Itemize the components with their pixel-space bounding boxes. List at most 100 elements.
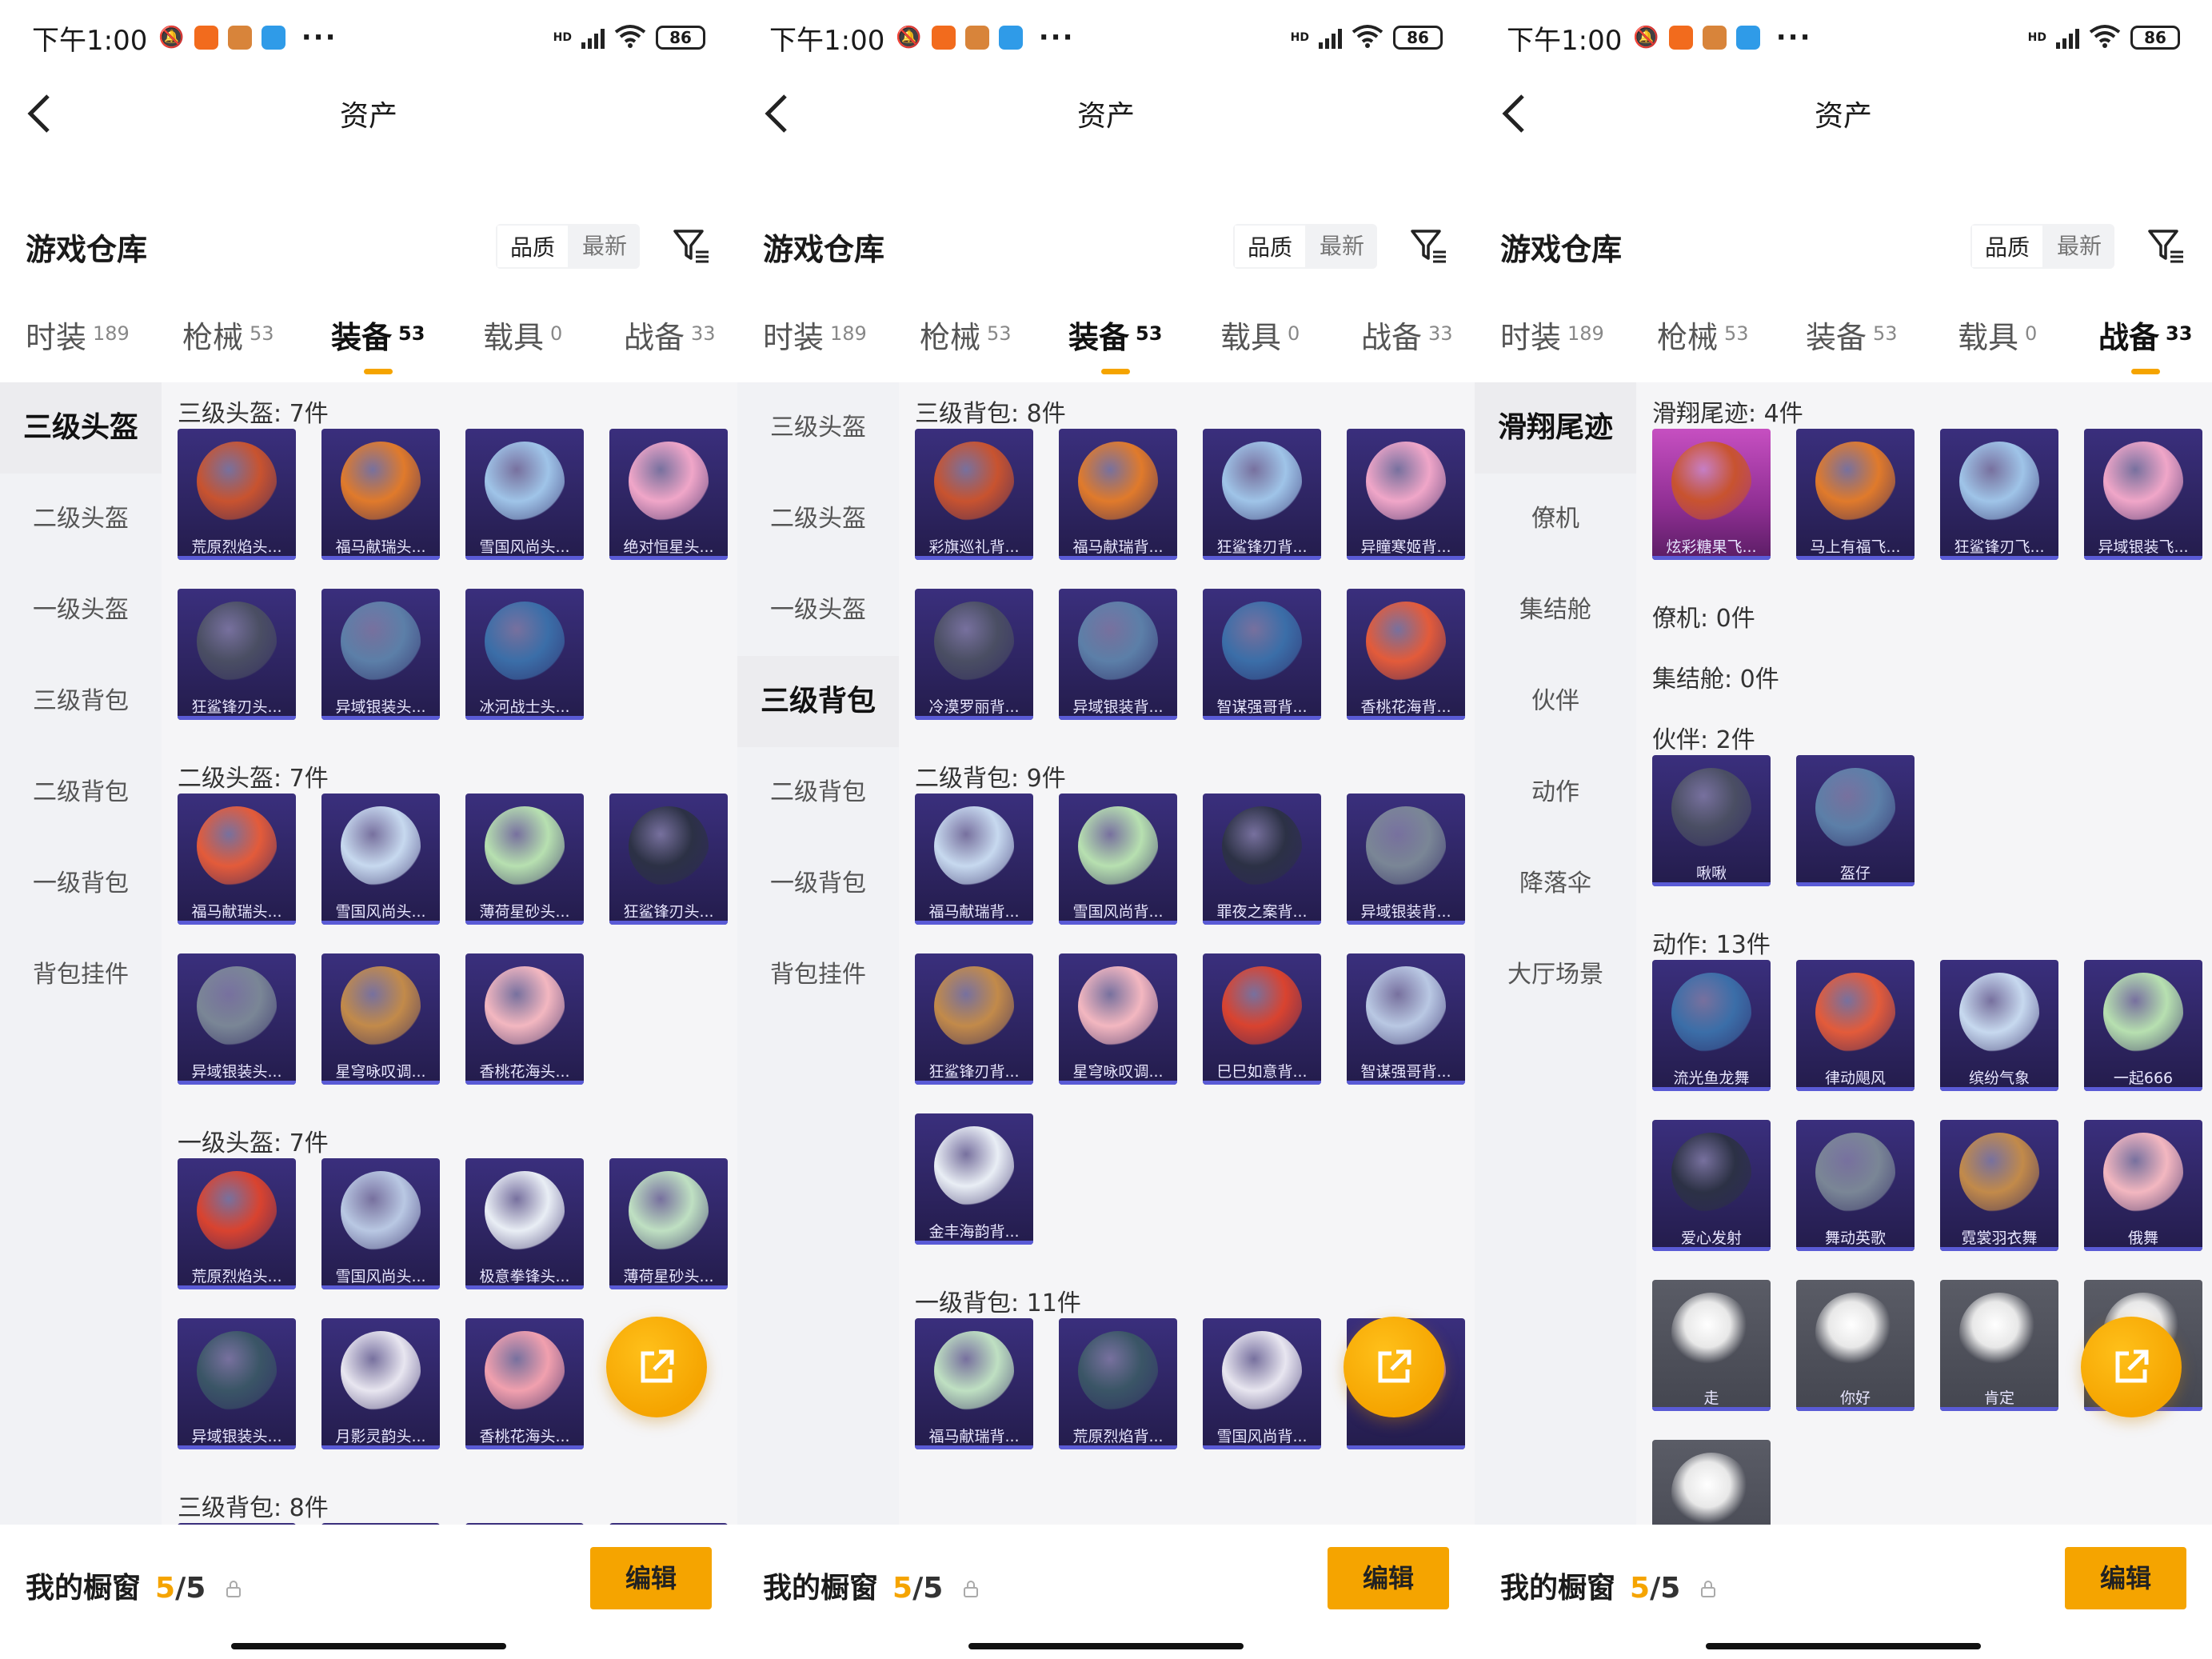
item-card[interactable]: 走 [1652, 1280, 1771, 1411]
sidebar-item[interactable]: 三级头盔 [737, 382, 899, 474]
sidebar-item[interactable]: 滑翔尾迹 [1475, 382, 1636, 474]
tab-preparation[interactable]: 战备 33 [1361, 313, 1453, 357]
item-card[interactable]: 异域银装头... [178, 953, 296, 1085]
item-card[interactable]: 盔仔 [1796, 755, 1915, 886]
item-card[interactable]: 薄荷星砂头... [465, 794, 584, 925]
edit-button[interactable]: 编辑 [1328, 1547, 1449, 1609]
item-card[interactable]: 福马献瑞背... [915, 1318, 1033, 1449]
home-indicator[interactable] [1706, 1643, 1981, 1649]
filter-icon[interactable] [1409, 226, 1449, 266]
item-card[interactable]: 冷漠罗丽背... [915, 589, 1033, 720]
tab-fashion[interactable]: 时装 189 [26, 313, 130, 357]
sidebar-item[interactable]: 大厅场景 [1475, 929, 1636, 1021]
sidebar-item[interactable]: 一级背包 [737, 838, 899, 929]
item-card[interactable]: 异域银装飞... [2084, 429, 2202, 560]
item-card[interactable]: 福马献瑞背... [1059, 429, 1177, 560]
item-card[interactable]: 福马献瑞头... [178, 794, 296, 925]
item-card[interactable]: 啾啾 [1652, 755, 1771, 886]
item-card[interactable]: 荒原烈焰头... [178, 1158, 296, 1289]
item-card[interactable]: 马上有福飞... [1796, 429, 1915, 560]
share-fab-button[interactable] [1344, 1317, 1444, 1417]
sidebar-item[interactable]: 二级背包 [737, 747, 899, 838]
item-card[interactable]: 香桃花海背... [1347, 589, 1465, 720]
item-card[interactable]: 舞动英歌 [1796, 1120, 1915, 1251]
sidebar-item[interactable]: 集结舱 [1475, 565, 1636, 656]
sidebar-item[interactable]: 伙伴 [1475, 656, 1636, 747]
tab-firearms[interactable]: 枪械 53 [1657, 313, 1749, 357]
tab-preparation[interactable]: 战备 33 [624, 313, 716, 357]
sidebar-item[interactable]: 一级头盔 [737, 565, 899, 656]
item-card[interactable]: 狂鲨锋刃背... [915, 953, 1033, 1085]
item-card[interactable]: 俄舞 [2084, 1120, 2202, 1251]
item-card[interactable]: 香桃花海头... [465, 1318, 584, 1449]
tab-equipment[interactable]: 装备 53 [1068, 313, 1162, 374]
item-card[interactable]: 罪夜之案背... [1203, 794, 1321, 925]
item-card[interactable]: 流光鱼龙舞 [1652, 960, 1771, 1091]
item-card[interactable]: 荒原烈焰背... [1059, 1318, 1177, 1449]
item-card[interactable]: 极意拳锋头... [465, 1158, 584, 1289]
tab-equipment[interactable]: 装备 53 [331, 313, 425, 374]
item-card[interactable]: 狂鲨锋刃飞... [1940, 429, 2058, 560]
item-card[interactable]: 一起666 [2084, 960, 2202, 1091]
item-card[interactable]: 巳巳如意背... [1203, 953, 1321, 1085]
item-card[interactable]: 异瞳寒姬背... [1347, 429, 1465, 560]
item-card[interactable]: 智谋强哥背... [1203, 589, 1321, 720]
item-card[interactable]: 金丰海韵背... [915, 1113, 1033, 1245]
item-card[interactable]: 律动飓风 [1796, 960, 1915, 1091]
sort-newest-button[interactable]: 最新 [1307, 224, 1377, 269]
item-card[interactable]: 你好 [1796, 1280, 1915, 1411]
item-card[interactable]: 缤纷气象 [1940, 960, 2058, 1091]
sidebar-item[interactable]: 二级头盔 [737, 474, 899, 565]
tab-fashion[interactable]: 时装 189 [1500, 313, 1604, 357]
sidebar-item[interactable]: 背包挂件 [0, 929, 162, 1021]
item-card[interactable]: 雪国风尚背... [1203, 1318, 1321, 1449]
item-card[interactable]: 香桃花海头... [465, 953, 584, 1085]
filter-icon[interactable] [2146, 226, 2186, 266]
sidebar-item[interactable]: 三级头盔 [0, 382, 162, 474]
item-card[interactable]: 异域银装背... [1059, 589, 1177, 720]
home-indicator[interactable] [968, 1643, 1244, 1649]
tab-equipment[interactable]: 装备 53 [1806, 313, 1898, 357]
item-card[interactable]: 荒原烈焰头... [178, 429, 296, 560]
tab-vehicles[interactable]: 载具 0 [1220, 313, 1300, 357]
tab-firearms[interactable]: 枪械 53 [920, 313, 1012, 357]
sidebar-item[interactable]: 二级背包 [0, 747, 162, 838]
sort-quality-button[interactable]: 品质 [1232, 224, 1307, 269]
sort-newest-button[interactable]: 最新 [2044, 224, 2114, 269]
sidebar-item[interactable]: 背包挂件 [737, 929, 899, 1021]
home-indicator[interactable] [231, 1643, 506, 1649]
filter-icon[interactable] [672, 226, 712, 266]
tab-vehicles[interactable]: 载具 0 [483, 313, 562, 357]
item-card[interactable]: 异域银装头... [321, 589, 440, 720]
sidebar-item[interactable]: 降落伞 [1475, 838, 1636, 929]
share-fab-button[interactable] [2081, 1317, 2182, 1417]
item-card[interactable]: 薄荷星砂头... [609, 1158, 728, 1289]
sort-quality-button[interactable]: 品质 [495, 224, 569, 269]
item-card[interactable]: 雪国风尚背... [1059, 794, 1177, 925]
edit-button[interactable]: 编辑 [590, 1547, 712, 1609]
edit-button[interactable]: 编辑 [2065, 1547, 2186, 1609]
item-card[interactable]: 肯定 [1940, 1280, 2058, 1411]
item-card[interactable]: 福马献瑞背... [915, 794, 1033, 925]
item-card[interactable]: 星穹咏叹调... [321, 953, 440, 1085]
item-card[interactable]: 月影灵韵头... [321, 1318, 440, 1449]
sidebar-item[interactable]: 一级背包 [0, 838, 162, 929]
tab-fashion[interactable]: 时装 189 [763, 313, 867, 357]
item-card[interactable]: 智谋强哥背... [1347, 953, 1465, 1085]
item-card[interactable]: 冰河战士头... [465, 589, 584, 720]
tab-preparation[interactable]: 战备 33 [2098, 313, 2192, 374]
item-card[interactable]: 雪国风尚头... [465, 429, 584, 560]
sidebar-item[interactable]: 僚机 [1475, 474, 1636, 565]
item-card[interactable]: 狂鲨锋刃头... [609, 794, 728, 925]
sidebar-item[interactable]: 三级背包 [737, 656, 899, 747]
item-card[interactable]: 绝对恒星头... [609, 429, 728, 560]
sidebar-item[interactable]: 二级头盔 [0, 474, 162, 565]
item-card[interactable]: 星穹咏叹调... [1059, 953, 1177, 1085]
tab-vehicles[interactable]: 载具 0 [1958, 313, 2037, 357]
item-card[interactable]: 爱心发射 [1652, 1120, 1771, 1251]
sort-newest-button[interactable]: 最新 [569, 224, 640, 269]
item-card[interactable]: 彩旗巡礼背... [915, 429, 1033, 560]
item-card[interactable] [1652, 1440, 1771, 1525]
share-fab-button[interactable] [606, 1317, 707, 1417]
sort-quality-button[interactable]: 品质 [1970, 224, 2044, 269]
